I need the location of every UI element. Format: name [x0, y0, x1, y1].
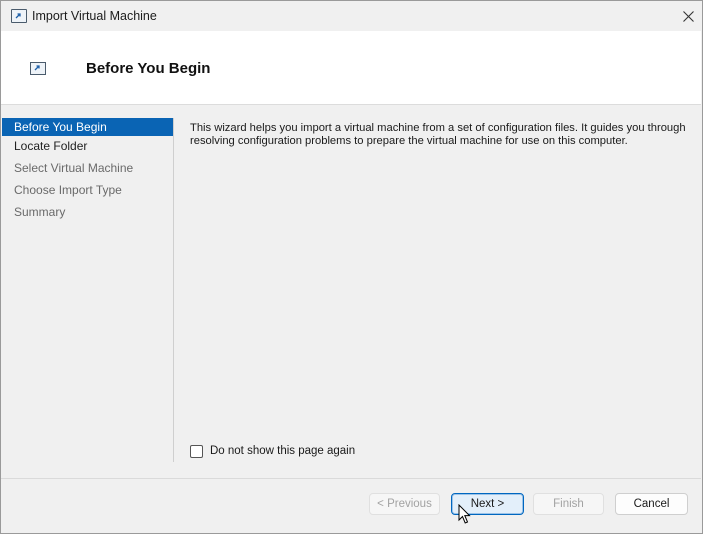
close-icon: [682, 11, 694, 22]
nav-step-summary: Summary: [14, 205, 66, 219]
nav-step-locate-folder[interactable]: Locate Folder: [2, 136, 173, 158]
window-title: Import Virtual Machine: [32, 9, 157, 23]
wizard-header: Before You Begin: [1, 31, 701, 105]
import-vm-icon: [11, 9, 27, 23]
nav-step-select-virtual-machine: Select Virtual Machine: [14, 161, 134, 175]
page-title: Before You Begin: [86, 60, 211, 77]
wizard-steps-nav: Before You Begin Locate Folder Select Vi…: [2, 118, 174, 462]
do-not-show-again-checkbox[interactable]: [190, 444, 203, 458]
do-not-show-again-label[interactable]: Do not show this page again: [210, 445, 355, 457]
wizard-description: This wizard helps you import a virtual m…: [190, 122, 686, 147]
nav-step-before-you-begin[interactable]: Before You Begin: [2, 118, 173, 136]
finish-button[interactable]: Finish: [533, 493, 604, 515]
title-bar: Import Virtual Machine: [1, 1, 702, 32]
mouse-pointer-icon: [458, 504, 471, 524]
cancel-button[interactable]: Cancel: [615, 493, 688, 515]
previous-button[interactable]: < Previous: [369, 493, 440, 515]
close-button[interactable]: [674, 1, 702, 32]
nav-step-choose-import-type: Choose Import Type: [14, 183, 122, 197]
do-not-show-again-row[interactable]: Do not show this page again: [190, 444, 355, 458]
import-vm-icon: [30, 62, 46, 75]
